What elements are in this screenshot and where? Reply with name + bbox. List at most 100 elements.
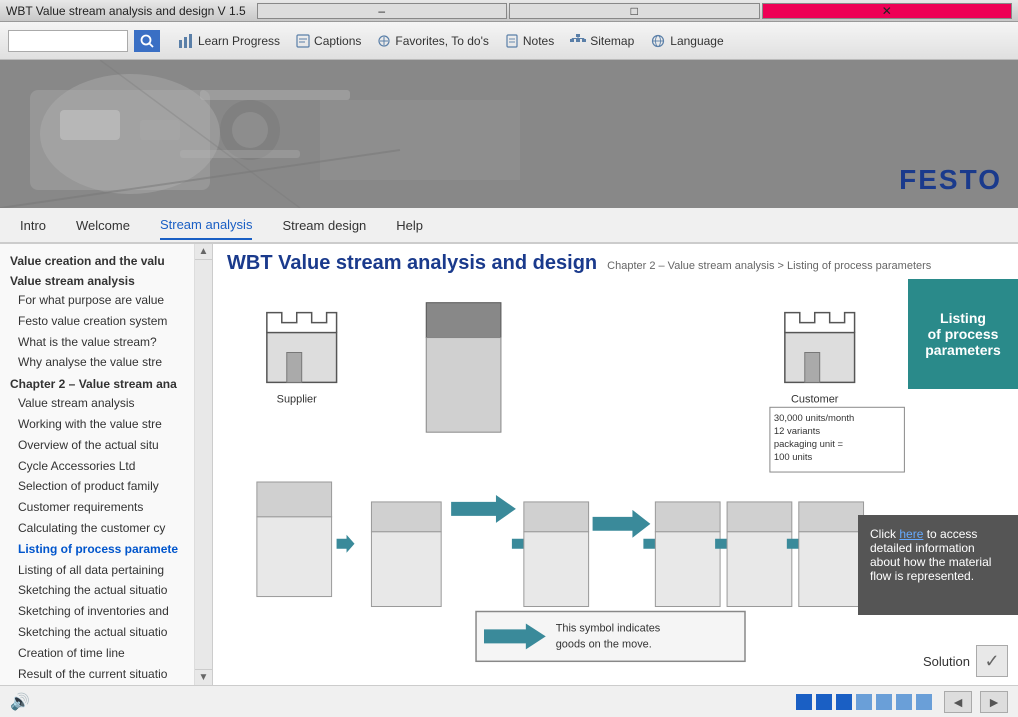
breadcrumb: Chapter 2 – Value stream analysis > List… <box>607 260 931 272</box>
page-title: WBT Value stream analysis and design <box>227 252 597 275</box>
page-header: WBT Value stream analysis and design Cha… <box>213 244 1018 279</box>
process-box-5 <box>715 502 792 607</box>
goods-indicator: This symbol indicates goods on the move. <box>476 612 745 662</box>
content-area: WBT Value stream analysis and design Cha… <box>213 244 1018 685</box>
sidebar-item-i6[interactable]: Working with the value stre <box>0 414 194 435</box>
process-box-4 <box>643 502 720 607</box>
sidebar-item-i12[interactable]: Listing of process paramete <box>0 539 194 560</box>
search-button[interactable] <box>134 30 160 52</box>
maximize-button[interactable]: □ <box>509 3 760 19</box>
sidebar-item-i14[interactable]: Sketching the actual situatio <box>0 580 194 601</box>
svg-text:packaging unit =: packaging unit = <box>774 439 844 450</box>
nav-favorites[interactable]: Favorites, To do's <box>377 34 488 48</box>
nav-dot-3[interactable] <box>836 694 852 710</box>
window-title: WBT Value stream analysis and design V 1… <box>6 4 255 18</box>
listing-process-panel: Listing of process parameters <box>908 279 1018 389</box>
here-link[interactable]: here <box>899 527 923 541</box>
sidebar-item-i9[interactable]: Selection of product family <box>0 476 194 497</box>
minimize-button[interactable]: – <box>257 3 508 19</box>
festo-logo: FESTO <box>899 164 1002 196</box>
flow-arrow-1 <box>451 495 516 523</box>
sidebar-scroll-up[interactable]: ▲ <box>195 244 212 260</box>
svg-text:30,000 units/month: 30,000 units/month <box>774 413 854 424</box>
bar-chart-icon <box>178 34 194 48</box>
sidebar-item-i10[interactable]: Customer requirements <box>0 497 194 518</box>
sidebar-item-i7[interactable]: Overview of the actual situ <box>0 435 194 456</box>
svg-text:goods on the move.: goods on the move. <box>556 638 652 650</box>
nav-dot-6[interactable] <box>896 694 912 710</box>
sidebar-item-i4[interactable]: Why analyse the value stre <box>0 352 194 373</box>
nav-dot-2[interactable] <box>816 694 832 710</box>
sidebar-item-i5[interactable]: Value stream analysis <box>0 393 194 414</box>
sidebar-item-i18[interactable]: Result of the current situatio <box>0 664 194 685</box>
hero-image: FESTO <box>0 60 1018 208</box>
supplier-icon: Supplier <box>267 313 337 406</box>
titlebar: WBT Value stream analysis and design V 1… <box>0 0 1018 22</box>
main-product-box <box>426 303 501 433</box>
sidebar-item-i8[interactable]: Cycle Accessories Ltd <box>0 456 194 477</box>
sitemap-icon <box>570 34 586 48</box>
process-box-6 <box>787 502 864 607</box>
sidebar-item-i1[interactable]: For what purpose are value <box>0 290 194 311</box>
sidebar-scroll: ▲ ▼ <box>195 244 213 685</box>
toolbar-nav: Learn Progress Captions Favorites, To do… <box>178 34 1010 48</box>
flow-arrow-2 <box>593 510 651 538</box>
notes-icon <box>505 34 519 48</box>
process-box-3 <box>512 502 589 607</box>
sidebar-item-i3[interactable]: What is the value stream? <box>0 332 194 353</box>
language-icon <box>650 34 666 48</box>
navmenu-item-welcome[interactable]: Welcome <box>76 212 130 239</box>
diagram-area: Supplier Customer 30,000 units <box>213 279 1018 685</box>
nav-captions[interactable]: Captions <box>296 34 361 48</box>
nav-learn-progress[interactable]: Learn Progress <box>178 34 280 48</box>
solution-label: Solution <box>923 654 970 669</box>
toolbar: Learn Progress Captions Favorites, To do… <box>0 22 1018 60</box>
nav-language[interactable]: Language <box>650 34 723 48</box>
svg-text:Customer: Customer <box>791 393 839 405</box>
sidebar-scroll-down[interactable]: ▼ <box>195 669 212 685</box>
sound-button[interactable]: 🔊 <box>10 692 30 712</box>
navmenu: Intro Welcome Stream analysis Stream des… <box>0 208 1018 244</box>
prev-button[interactable]: ◄ <box>944 691 972 713</box>
sidebar-item-i13[interactable]: Listing of all data pertaining <box>0 560 194 581</box>
main-area: Value creation and the valuValue stream … <box>0 244 1018 685</box>
next-button[interactable]: ► <box>980 691 1008 713</box>
nav-notes[interactable]: Notes <box>505 34 554 48</box>
sidebar-item-i19[interactable]: Exercise: Sketch the actual <box>0 684 194 685</box>
sidebar-item-i16[interactable]: Sketching the actual situatio <box>0 622 194 643</box>
process-box-2 <box>371 502 441 607</box>
svg-text:100 units: 100 units <box>774 452 813 463</box>
nav-dot-5[interactable] <box>876 694 892 710</box>
nav-dot-1[interactable] <box>796 694 812 710</box>
navmenu-item-help[interactable]: Help <box>396 212 423 239</box>
sidebar-section-s2: Value stream analysis <box>0 270 194 290</box>
value-stream-diagram: Supplier Customer 30,000 units <box>227 287 1004 677</box>
nav-sitemap[interactable]: Sitemap <box>570 34 634 48</box>
nav-dots <box>796 694 932 710</box>
svg-text:12 variants: 12 variants <box>774 426 821 437</box>
favorites-icon <box>377 34 391 48</box>
solution-check-button[interactable]: ✓ <box>976 645 1008 677</box>
sidebar-item-i15[interactable]: Sketching of inventories and <box>0 601 194 622</box>
sidebar: Value creation and the valuValue stream … <box>0 244 195 685</box>
nav-dot-7[interactable] <box>916 694 932 710</box>
sidebar-section-s3: Chapter 2 – Value stream ana <box>0 373 194 393</box>
svg-text:This symbol indicates: This symbol indicates <box>556 622 661 634</box>
customer-icon: Customer <box>785 313 855 406</box>
close-button[interactable]: ✕ <box>762 3 1013 19</box>
search-icon <box>140 34 154 48</box>
bottombar: 🔊 ◄ ► <box>0 685 1018 717</box>
svg-text:Supplier: Supplier <box>277 393 317 405</box>
process-box-1 <box>257 482 355 597</box>
sidebar-item-i17[interactable]: Creation of time line <box>0 643 194 664</box>
navmenu-item-intro[interactable]: Intro <box>20 212 46 239</box>
navmenu-item-stream-analysis[interactable]: Stream analysis <box>160 211 252 240</box>
sidebar-item-i2[interactable]: Festo value creation system <box>0 311 194 332</box>
navmenu-item-stream-design[interactable]: Stream design <box>282 212 366 239</box>
sidebar-item-i11[interactable]: Calculating the customer cy <box>0 518 194 539</box>
sidebar-section-s1: Value creation and the valu <box>0 250 194 270</box>
hero-svg <box>0 60 1018 208</box>
search-input[interactable] <box>8 30 128 52</box>
material-flow-info-panel: Click here to access detailed informatio… <box>858 515 1018 615</box>
nav-dot-4[interactable] <box>856 694 872 710</box>
